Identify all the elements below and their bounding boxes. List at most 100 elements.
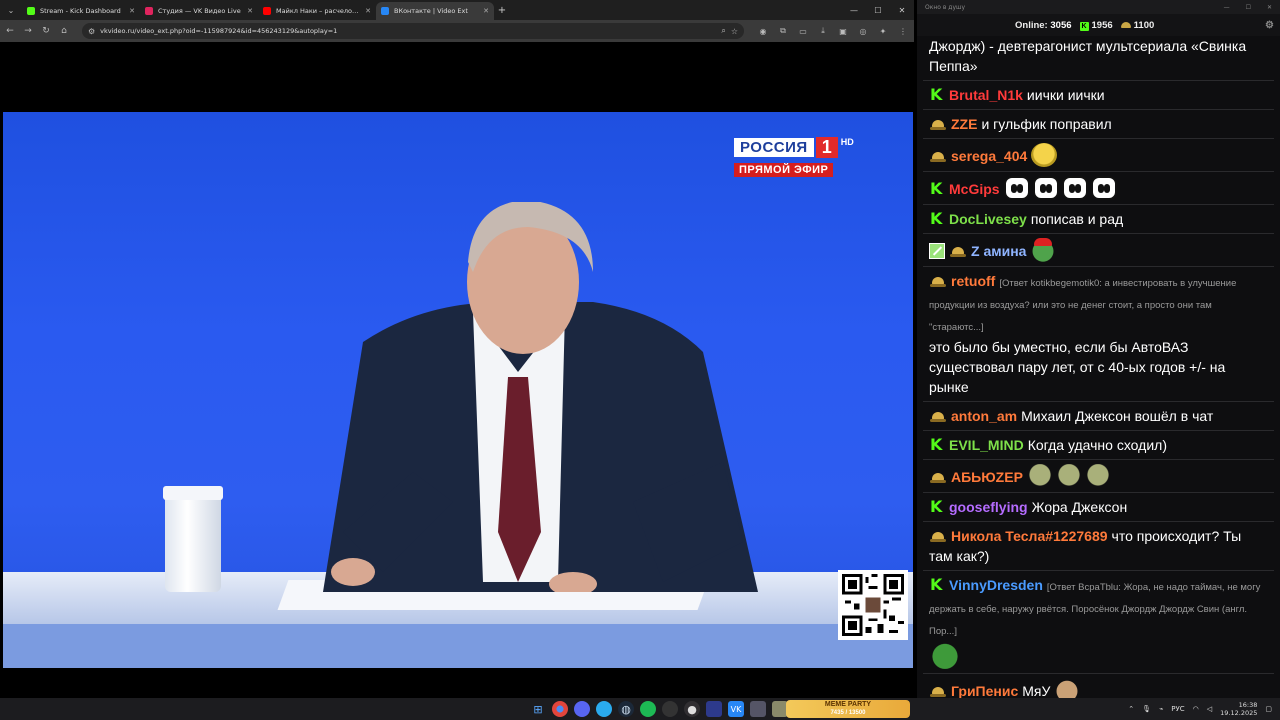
extension-icon[interactable]: ◉ bbox=[756, 27, 770, 36]
chat-message: EVIL_MINDКогда удачно сходил) bbox=[923, 430, 1274, 459]
chat-text: Михаил Джексон вошёл в чат bbox=[1021, 408, 1214, 424]
tab-close-icon[interactable]: ✕ bbox=[129, 7, 135, 15]
start-icon[interactable]: ⊞ bbox=[530, 701, 546, 717]
tab-label: Stream - Kick Dashboard bbox=[40, 7, 121, 15]
spotify-icon[interactable] bbox=[640, 701, 656, 717]
obs-icon[interactable]: ● bbox=[684, 701, 700, 717]
meme-party-value: 7435 / 13500 bbox=[830, 710, 866, 716]
sidebar-icon[interactable]: ▭ bbox=[796, 27, 810, 36]
chat-message: serega_404 bbox=[923, 138, 1274, 171]
browser-tab[interactable]: Stream - Kick Dashboard ✕ bbox=[22, 2, 140, 20]
tab-close-icon[interactable]: ✕ bbox=[247, 7, 253, 15]
zoom-icon[interactable]: ⌕ bbox=[721, 26, 725, 36]
browser-tab[interactable]: Майкл Наки – расчеловечивани ✕ bbox=[258, 2, 376, 20]
hat-badge-icon bbox=[929, 118, 947, 132]
mic-icon[interactable]: 🎙︎ bbox=[1142, 705, 1151, 713]
tab-close-icon[interactable]: ✕ bbox=[365, 7, 371, 15]
minimize-icon[interactable]: — bbox=[842, 0, 866, 20]
chat-username[interactable]: Z амина bbox=[971, 243, 1026, 259]
close-icon[interactable]: ✕ bbox=[890, 0, 914, 20]
tab-favicon-icon bbox=[27, 7, 35, 15]
language-indicator[interactable]: РУС bbox=[1171, 705, 1184, 713]
chat-maximize-icon[interactable]: ☐ bbox=[1246, 4, 1251, 11]
chat-username[interactable]: anton_am bbox=[951, 408, 1017, 424]
maximize-icon[interactable]: ☐ bbox=[866, 0, 890, 20]
active-window-icon[interactable] bbox=[750, 701, 766, 717]
chat-minimize-icon[interactable]: — bbox=[1224, 4, 1230, 11]
chat-username[interactable]: Никола Тесла#1227689 bbox=[951, 528, 1108, 544]
volume-icon[interactable]: ◁ bbox=[1207, 705, 1212, 713]
chat-message: АБЬЮZЕР bbox=[923, 459, 1274, 492]
browser-tab[interactable]: ВКонтакте | Video Ext ✕ bbox=[376, 2, 494, 20]
hat-badge-icon bbox=[929, 150, 947, 164]
cheese-emote-icon bbox=[1031, 143, 1058, 167]
telegram-icon[interactable] bbox=[596, 701, 612, 717]
tray-overflow-icon[interactable]: ⌃ bbox=[1128, 705, 1134, 713]
chat-username[interactable]: EVIL_MIND bbox=[949, 437, 1024, 453]
chat-message: VinnyDresden[Ответ ВсраТblu: Жора, не на… bbox=[923, 570, 1274, 673]
address-bar[interactable]: ⚙ vkvideo.ru/video_ext.php?oid=-11598792… bbox=[82, 23, 744, 39]
hat-badge-icon bbox=[929, 471, 947, 485]
chat-username[interactable]: АБЬЮZЕР bbox=[951, 469, 1023, 485]
meme-party-widget[interactable]: MEME PARTY 7435 / 13500 bbox=[786, 700, 910, 718]
url-text: vkvideo.ru/video_ext.php?oid=-115987924&… bbox=[100, 27, 338, 35]
chat-username[interactable]: gooseflying bbox=[949, 499, 1028, 515]
bookmark-star-icon[interactable]: ☆ bbox=[731, 27, 738, 36]
reload-icon[interactable]: ↻ bbox=[40, 26, 52, 36]
chat-username[interactable]: serega_404 bbox=[951, 148, 1027, 164]
site-info-icon[interactable]: ⚙ bbox=[88, 27, 95, 36]
chat-text: МяУ bbox=[1022, 683, 1051, 698]
chat-username[interactable]: ZZE bbox=[951, 116, 977, 132]
video-player[interactable]: РОССИЯ 1 HD ПРЯМОЙ ЭФИР bbox=[3, 112, 913, 668]
chat-text: Жора Джексон bbox=[1031, 499, 1128, 515]
vk-count: 1100 bbox=[1133, 19, 1155, 31]
notifications-icon[interactable]: ▢ bbox=[1265, 705, 1272, 713]
browser-tab[interactable]: Студия — VK Видео Live ✕ bbox=[140, 2, 258, 20]
channel-logo: РОССИЯ 1 HD ПРЯМОЙ ЭФИР bbox=[734, 137, 854, 177]
chrome-icon[interactable] bbox=[552, 701, 568, 717]
media-icon[interactable] bbox=[706, 701, 722, 717]
discord-icon[interactable] bbox=[574, 701, 590, 717]
vk-app-icon[interactable]: VK bbox=[728, 701, 744, 717]
tab-close-icon[interactable]: ✕ bbox=[483, 7, 489, 15]
download-icon[interactable]: ⤓ bbox=[816, 26, 830, 36]
home-icon[interactable]: ⌂ bbox=[58, 26, 70, 36]
tab-label: Студия — VK Видео Live bbox=[158, 7, 241, 15]
screenshot-icon[interactable]: ▣ bbox=[836, 27, 850, 36]
forward-icon[interactable]: → bbox=[22, 26, 34, 36]
sub-badge-icon bbox=[929, 243, 945, 259]
chat-settings-icon[interactable]: ⚙ bbox=[1265, 20, 1274, 31]
menu-icon[interactable]: ⋮ bbox=[896, 27, 910, 36]
tab-search-icon[interactable]: ⌄ bbox=[0, 0, 22, 20]
gemini-icon[interactable]: ✦ bbox=[876, 27, 890, 36]
extensions-puzzle-icon[interactable]: ⧉ bbox=[776, 26, 790, 36]
chat-close-icon[interactable]: ✕ bbox=[1267, 4, 1272, 11]
chat-username[interactable]: retuoff bbox=[951, 273, 995, 289]
back-icon[interactable]: ← bbox=[4, 26, 16, 36]
network-icon[interactable]: ⌁ bbox=[1159, 705, 1163, 713]
chat-username[interactable]: DocLivesey bbox=[949, 211, 1027, 227]
chat-username[interactable]: VinnyDresden bbox=[949, 577, 1043, 593]
chat-text: Джордж) - девтерагонист мультсериала «Св… bbox=[929, 38, 1247, 74]
chat-username[interactable]: Brutal_N1k bbox=[949, 87, 1023, 103]
chat-username[interactable]: ГриПенис bbox=[951, 683, 1018, 698]
kick-badge-icon bbox=[929, 435, 945, 454]
chat-username[interactable]: McGips bbox=[949, 181, 1000, 197]
frog-emote-icon bbox=[929, 641, 961, 669]
kick-badge-icon bbox=[929, 179, 945, 198]
vk-hat-icon bbox=[1120, 21, 1131, 28]
chat-messages[interactable]: Джордж) - девтерагонист мультсериала «Св… bbox=[917, 36, 1280, 698]
new-tab-button[interactable]: + bbox=[494, 0, 510, 20]
speaker-figure bbox=[323, 202, 758, 592]
clock[interactable]: 16:38 19.12.2025 bbox=[1220, 701, 1257, 717]
profile-icon[interactable]: ◎ bbox=[856, 27, 870, 36]
alien-emote-icon bbox=[1055, 464, 1082, 488]
system-tray: ⌃ 🎙︎ ⌁ РУС ◠ ◁ 16:38 19.12.2025 ▢ bbox=[1128, 698, 1272, 720]
steam-icon[interactable]: ◍ bbox=[618, 701, 634, 717]
online-label: Online: bbox=[1015, 19, 1048, 31]
browser-window: ⌄ Stream - Kick Dashboard ✕ Студия — VK Ви… bbox=[0, 0, 914, 698]
chat-message: retuoff [Ответ kotikbegemotik0: а инвести… bbox=[923, 266, 1274, 401]
wifi-icon[interactable]: ◠ bbox=[1193, 705, 1199, 713]
kick-badge-icon bbox=[929, 575, 945, 594]
app-icon[interactable] bbox=[662, 701, 678, 717]
